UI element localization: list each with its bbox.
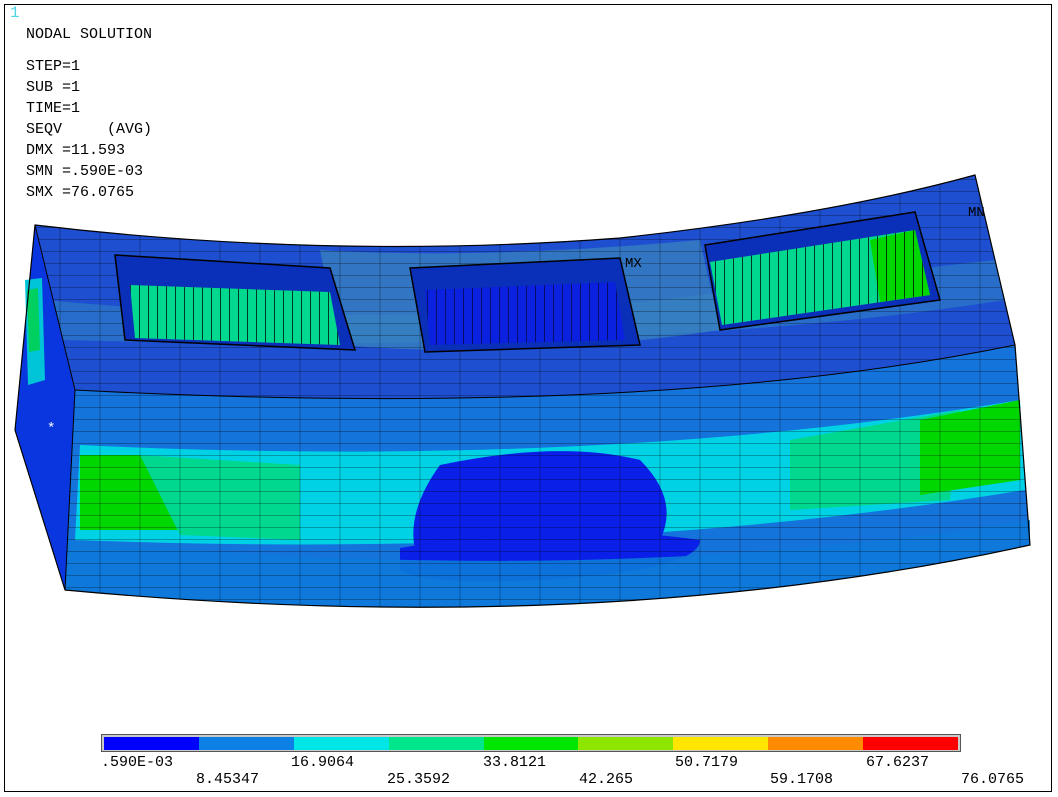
legend-label-8: 67.6237 bbox=[866, 754, 930, 771]
legend-swatch-4 bbox=[483, 737, 579, 750]
legend-swatch-2 bbox=[293, 737, 389, 750]
legend-label-5: 42.265 bbox=[579, 771, 634, 788]
legend-swatch-3 bbox=[388, 737, 484, 750]
legend-label-6: 50.7179 bbox=[675, 754, 739, 771]
legend-label-9: 76.0765 bbox=[961, 771, 1025, 788]
legend-label-4: 33.8121 bbox=[483, 754, 547, 771]
fe-model-contour-plot[interactable] bbox=[0, 0, 1058, 797]
origin-marker: * bbox=[47, 421, 56, 437]
min-marker: MN bbox=[968, 205, 985, 221]
legend-swatch-1 bbox=[198, 737, 294, 750]
left-end-green bbox=[27, 288, 40, 352]
legend-label-3: 25.3592 bbox=[387, 771, 451, 788]
max-marker: MX bbox=[625, 256, 642, 272]
legend-swatch-0 bbox=[104, 737, 199, 750]
legend-swatch-8 bbox=[863, 737, 959, 750]
legend-swatch-6 bbox=[673, 737, 769, 750]
legend-swatch-5 bbox=[578, 737, 674, 750]
legend-label-1: 8.45347 bbox=[196, 771, 260, 788]
legend-label-0: .590E-03 bbox=[101, 754, 174, 771]
slot-middle bbox=[409, 257, 641, 353]
legend-label-7: 59.1708 bbox=[770, 771, 834, 788]
legend-label-2: 16.9064 bbox=[291, 754, 355, 771]
legend-swatch-7 bbox=[768, 737, 864, 750]
slot-left bbox=[114, 254, 357, 351]
